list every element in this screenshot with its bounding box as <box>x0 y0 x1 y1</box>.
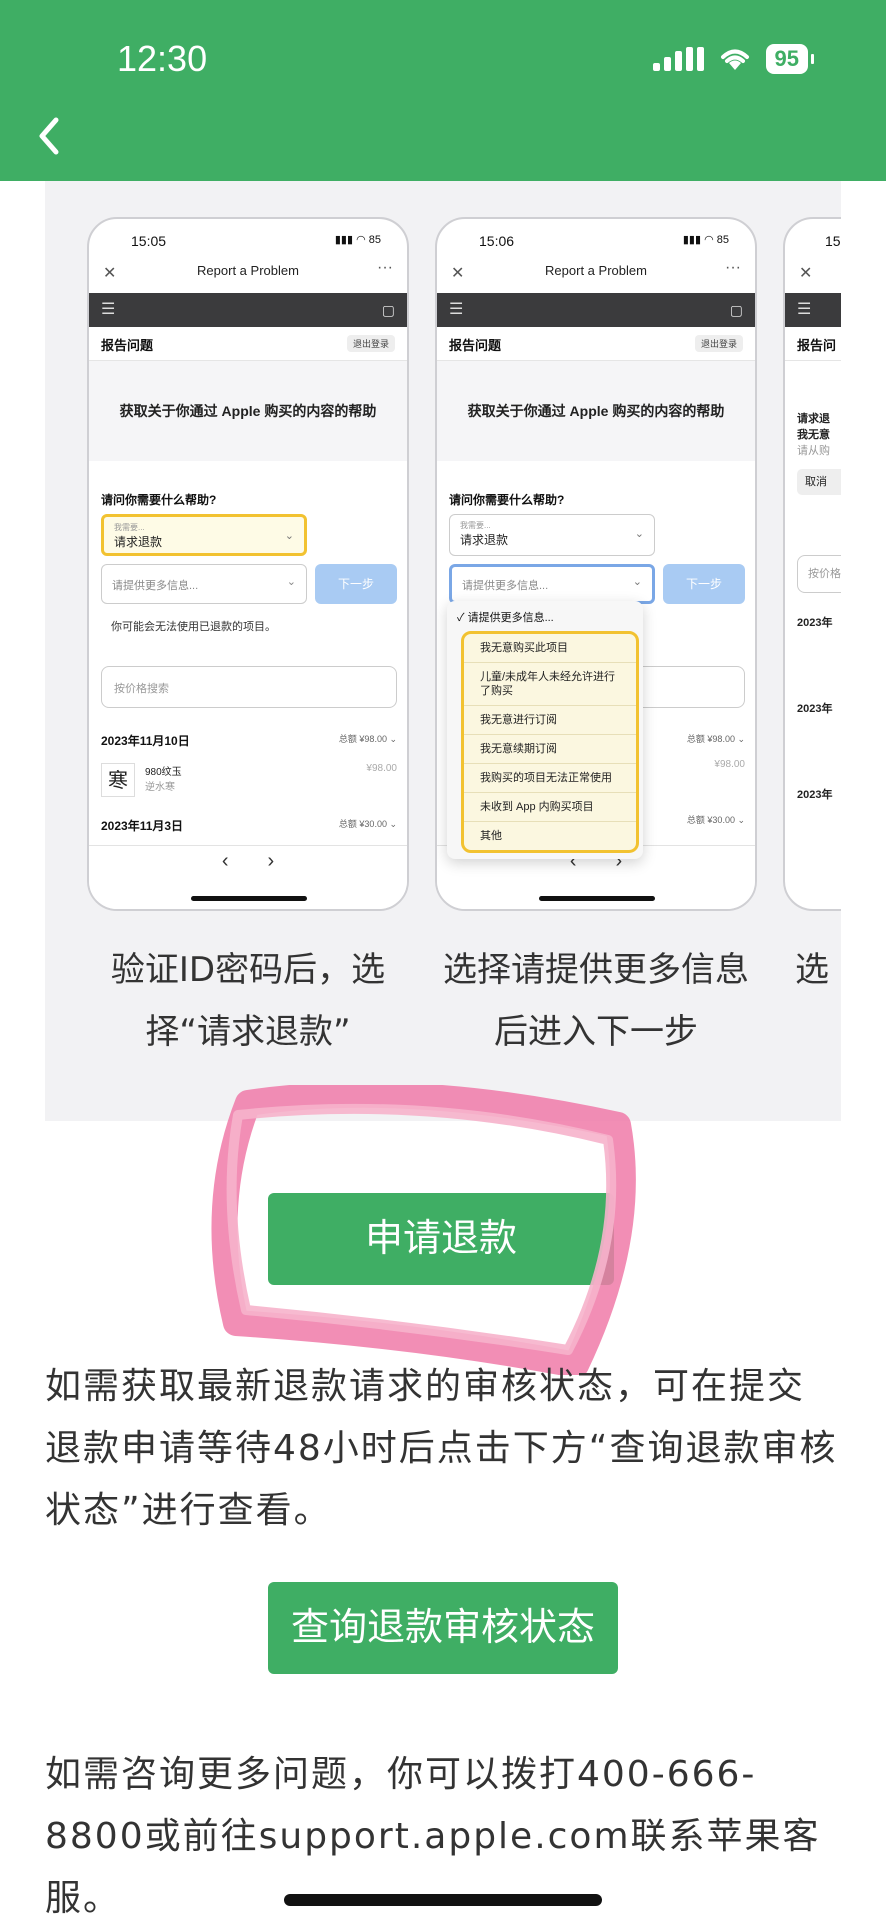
menu-icon: ☰ <box>101 301 116 318</box>
apple-nav: ☰ ▢ <box>89 293 407 327</box>
bag-icon: ▢ <box>729 302 743 318</box>
next-button: 下一步 <box>663 564 745 604</box>
screenshot-step-1: 15:05 ▮▮▮ ◠ 85 ✕ Report a Problem ··· ☰ ▢… <box>87 217 409 911</box>
apple-nav: ☰ ▢ <box>437 293 755 327</box>
help-banner: 获取关于你通过 Apple 购买的内容的帮助 <box>437 361 755 461</box>
reason-option: 其他 <box>480 830 502 842</box>
status-time: 12:30 <box>117 38 208 79</box>
wifi-icon <box>720 49 749 70</box>
reason-option: 我购买的项目无法正常使用 <box>464 764 636 793</box>
reason-option: 我无意续期订阅 <box>464 735 636 764</box>
close-icon: ✕ <box>451 265 465 282</box>
chevron-down-icon: ⌄ <box>634 528 644 540</box>
reason-option: 我无意购买此项目 <box>464 634 636 663</box>
status-icons: 95 <box>652 44 815 74</box>
phone-status: 15:06 ▮▮▮ ◠ 85 <box>479 233 729 249</box>
purchase-date: 2023年11月10日 总额 ¥98.00 ⌄ <box>101 734 397 748</box>
menu-icon: ☰ <box>797 301 812 318</box>
step-1-caption: 验证ID密码后，选择“请求退款” <box>110 950 386 1052</box>
purchase-item: 寒 980纹玉 逆水寒 ¥98.00 <box>101 763 397 803</box>
report-header: 报告问题 退出登录 <box>437 327 755 361</box>
step-3-caption: 选 <box>795 950 829 990</box>
search-by-price: 按价格搜索 <box>101 666 397 708</box>
reason-option: 我无意进行订阅 <box>464 706 636 735</box>
more-info-select: 请提供更多信息... ⌄ <box>101 564 307 604</box>
tutorial-gallery[interactable]: 15:05 ▮▮▮ ◠ 85 ✕ Report a Problem ··· ☰ ▢… <box>45 181 841 1121</box>
chevron-right-icon: › <box>267 850 275 872</box>
top-bar: 12:30 95 <box>0 0 886 181</box>
chevron-left-icon: ‹ <box>221 850 229 872</box>
phone-title: ✕ Report a Problem ··· <box>103 259 393 282</box>
chevron-down-icon: ⌄ <box>632 576 642 588</box>
need-select: 我需要... 请求退款 ⌄ <box>449 514 655 556</box>
more-icon: ··· <box>725 259 741 276</box>
reason-option: 未收到 App 内购买项目 <box>464 793 636 822</box>
screenshot-step-2: 15:06 ▮▮▮ ◠ 85 ✕ Report a Problem ··· ☰ ▢… <box>435 217 757 911</box>
more-icon: ··· <box>377 259 393 276</box>
close-icon: ✕ <box>103 265 117 282</box>
report-header: 报告问题 退出登录 <box>89 327 407 361</box>
bag-icon: ▢ <box>381 302 395 318</box>
screenshot-step-3: 15 ✕ ☰ 报告问 请求退 我无意 请从购 取消 按价格 2023年 2023… <box>783 217 841 911</box>
dropdown-checked-option: ✓ 请提供更多信息... <box>457 612 554 624</box>
step-2-caption: 选择请提供更多信息后进入下一步 <box>443 950 749 1052</box>
home-indicator <box>284 1894 602 1906</box>
reason-option: 儿童/未成年人未经允许进行了购买 <box>464 663 636 706</box>
apply-refund-button[interactable]: 申请退款 <box>268 1193 614 1285</box>
back-chevron-icon[interactable] <box>30 112 70 160</box>
chevron-down-icon: ⌄ <box>284 530 294 542</box>
menu-icon: ☰ <box>449 301 464 318</box>
battery-icon: 95 <box>765 44 815 74</box>
purchase-date: 2023年11月3日 总额 ¥30.00 ⌄ <box>101 819 397 833</box>
need-select-highlighted: 我需要... 请求退款 ⌄ <box>101 514 307 556</box>
question-label: 请问你需要什么帮助? <box>449 493 565 507</box>
query-refund-status-button[interactable]: 查询退款审核状态 <box>268 1582 618 1674</box>
reason-list-highlighted: 我无意购买此项目 儿童/未成年人未经允许进行了购买 我无意进行订阅 我无意续期订… <box>461 631 639 853</box>
chevron-down-icon: ⌄ <box>286 576 296 588</box>
phone-title: ✕ Report a Problem ··· <box>451 259 741 282</box>
question-label: 请问你需要什么帮助? <box>101 493 217 507</box>
refund-status-paragraph: 如需获取最新退款请求的审核状态，可在提交退款申请等待48小时后点击下方“查询退款… <box>45 1366 838 1531</box>
signal-icon <box>652 47 704 71</box>
game-art-icon: 寒 <box>101 763 135 797</box>
phone-bottom-bar: ‹ › <box>89 845 407 909</box>
reason-dropdown: ✓ 请提供更多信息... 我无意购买此项目 儿童/未成年人未经允许进行了购买 我… <box>447 601 643 859</box>
help-banner: 获取关于你通过 Apple 购买的内容的帮助 <box>89 361 407 461</box>
close-icon: ✕ <box>799 265 813 282</box>
refund-note: 你可能会无法使用已退款的项目。 <box>111 621 276 633</box>
more-info-select-active: 请提供更多信息... ⌄ <box>449 564 655 604</box>
next-button: 下一步 <box>315 564 397 604</box>
phone-status: 15:05 ▮▮▮ ◠ 85 <box>131 233 381 249</box>
